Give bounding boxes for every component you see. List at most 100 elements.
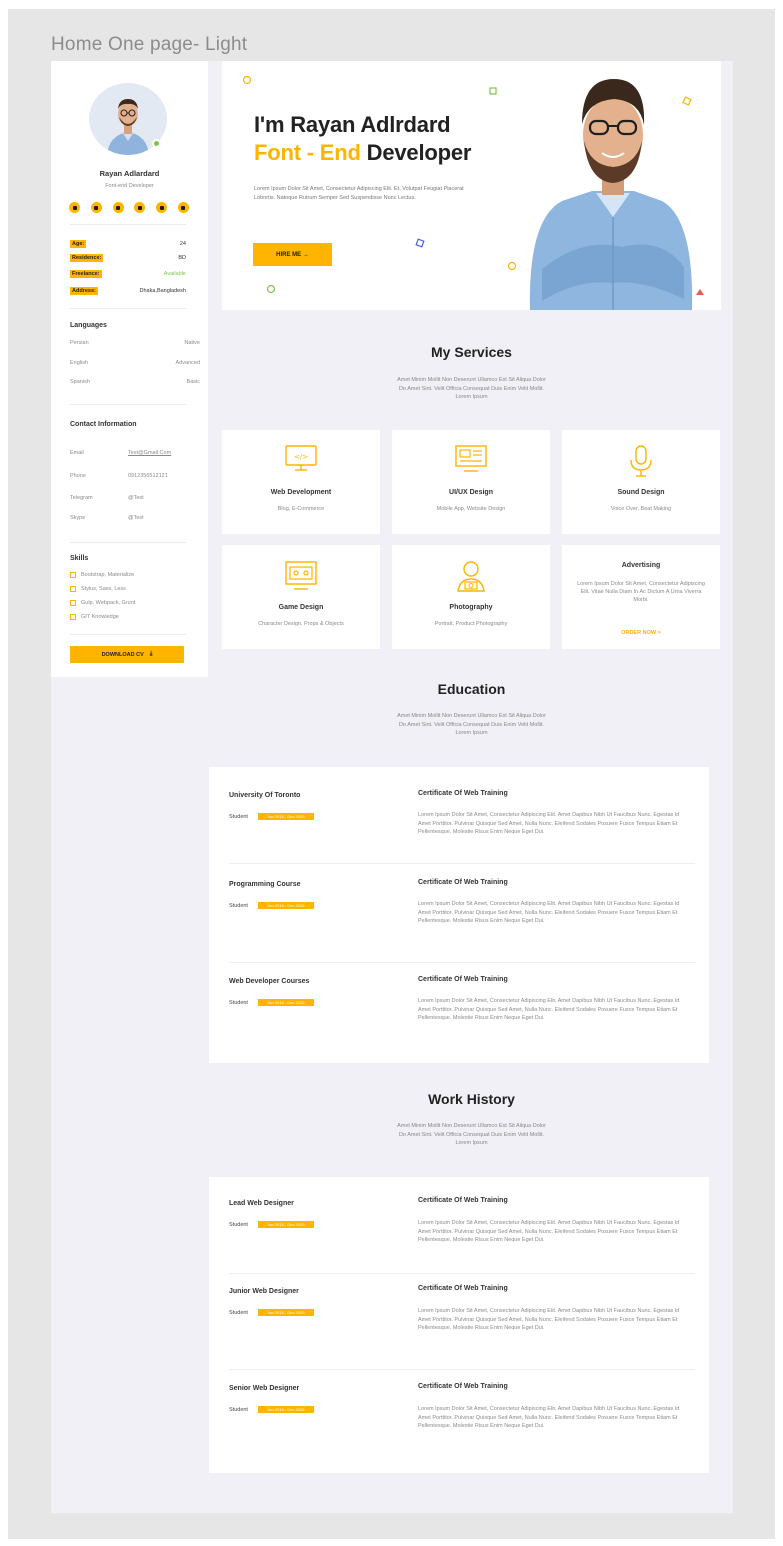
contact-label: Phone bbox=[70, 473, 86, 479]
entry-org: Senior Web Designer bbox=[229, 1385, 300, 1392]
entry-role-label: Student bbox=[229, 1309, 248, 1316]
frame-title: Home One page- Light bbox=[51, 34, 248, 55]
email-link[interactable]: Test@Gmail.Com bbox=[128, 450, 171, 456]
entry-role-label: Student bbox=[229, 813, 248, 820]
divider bbox=[70, 542, 186, 543]
skill-label: GIT Knowledge bbox=[81, 614, 119, 620]
subtitle-line: Amet Minim Mollit Non Deserunt Ullamco E… bbox=[397, 713, 546, 719]
skill-item: GIT Knowledge bbox=[70, 614, 119, 620]
youtube-icon[interactable] bbox=[156, 202, 168, 213]
subtitle-line: Lorem Ipsum bbox=[455, 730, 488, 736]
work-history-panel: Lead Web Designer Student Jan 2016 - Dec … bbox=[209, 1177, 709, 1473]
social-links bbox=[69, 202, 189, 213]
contact-row-skype: Skype @Test bbox=[70, 515, 194, 521]
entry-desc: Lorem Ipsum Dolor Sit Amet, Consectetur … bbox=[418, 1308, 680, 1331]
subtitle-line: Amet Minim Mollit Non Deserunt Ullamco E… bbox=[397, 1123, 546, 1129]
info-label: Age: bbox=[70, 240, 87, 248]
profile-name: Rayan Adlardard bbox=[99, 169, 160, 178]
instagram-icon[interactable] bbox=[90, 202, 102, 213]
service-card[interactable]: Sound Design Voice Over, Beat Making bbox=[562, 430, 720, 534]
entry-org: Junior Web Designer bbox=[229, 1288, 299, 1295]
service-card[interactable]: Photography Portrait, Product Photograph… bbox=[392, 545, 550, 649]
service-title: Photography bbox=[449, 604, 493, 611]
check-icon bbox=[70, 572, 76, 578]
order-now-link[interactable]: ORDER NOW > bbox=[562, 630, 720, 636]
entry-cert: Certificate Of Web Training bbox=[418, 879, 508, 886]
entry-cert: Certificate Of Web Training bbox=[418, 1285, 508, 1292]
language-name: Spanish bbox=[70, 379, 90, 385]
download-cv-button[interactable]: DOWNLOAD CV ⤓ bbox=[70, 646, 184, 663]
language-name: Persian bbox=[70, 340, 89, 346]
info-label: Address: bbox=[70, 287, 98, 295]
monitor-code-icon: </> bbox=[285, 445, 317, 471]
contact-row-telegram: Telegram @Test bbox=[70, 495, 194, 501]
service-desc: Portrait, Product Photography bbox=[434, 621, 508, 627]
online-status-dot bbox=[152, 139, 161, 148]
info-row-residence: Residence: BD bbox=[70, 254, 186, 264]
entry-role: Student Jan 2016 - Dec 2020 bbox=[229, 1221, 314, 1228]
skill-item: Stylus, Sass, Less bbox=[70, 586, 126, 592]
hero-rest-text: Developer bbox=[360, 140, 472, 165]
hero-subheadline: Font - End Developer bbox=[254, 140, 471, 166]
info-value: Dhaka,Bangladesh bbox=[139, 288, 186, 294]
divider bbox=[70, 634, 186, 635]
contact-label: Email bbox=[70, 450, 84, 456]
service-card[interactable]: Game Design Character Design, Props & Ob… bbox=[222, 545, 380, 649]
profile-sidebar: Rayan Adlardard Font-end Developer Age: … bbox=[51, 61, 208, 677]
info-value: Available bbox=[163, 271, 186, 277]
contact-row-phone: Phone 0912356512121 bbox=[70, 473, 194, 479]
language-row: Spanish Basic bbox=[70, 379, 200, 385]
service-card[interactable]: Advertising Lorem Ipsum Dolor Sit Amet, … bbox=[562, 545, 720, 649]
entry-role-label: Student bbox=[229, 999, 248, 1006]
divider bbox=[229, 863, 695, 864]
service-desc: Mobile App, Website Design bbox=[436, 506, 506, 512]
divider bbox=[70, 308, 186, 309]
contact-value: @Test bbox=[128, 515, 144, 521]
hero-portrait bbox=[529, 79, 693, 310]
entry-role-label: Student bbox=[229, 1406, 248, 1413]
service-title: UI/UX Design bbox=[449, 489, 493, 496]
entry-role: Student Jan 2016 - Dec 2020 bbox=[229, 1309, 314, 1316]
info-value: BD bbox=[178, 255, 186, 261]
check-icon bbox=[70, 600, 76, 606]
date-badge: Jan 2016 - Dec 2020 bbox=[257, 813, 314, 820]
date-badge: Jan 2016 - Dec 2020 bbox=[257, 1406, 314, 1413]
date-badge: Jan 2016 - Dec 2020 bbox=[257, 902, 314, 909]
game-design-icon bbox=[285, 561, 317, 590]
language-row: English Advanced bbox=[70, 360, 200, 366]
circle-deco-icon bbox=[266, 284, 276, 294]
microphone-icon bbox=[630, 445, 652, 477]
info-row-address: Address: Dhaka,Bangladesh bbox=[70, 287, 186, 297]
twitter-icon[interactable] bbox=[112, 202, 124, 213]
entry-role: Student Jan 2016 - Dec 2020 bbox=[229, 1406, 314, 1413]
entry-role: Student Jan 2016 - Dec 2020 bbox=[229, 813, 314, 820]
subtitle-line: Lorem Ipsum bbox=[455, 1140, 488, 1146]
divider bbox=[229, 962, 695, 963]
contact-row-email: Email Test@Gmail.Com bbox=[70, 450, 194, 456]
date-badge: Jan 2016 - Dec 2020 bbox=[257, 1221, 314, 1228]
skill-label: Stylus, Sass, Less bbox=[81, 586, 126, 592]
divider bbox=[229, 1369, 695, 1370]
service-card[interactable]: UI/UX Design Mobile App, Website Design bbox=[392, 430, 550, 534]
entry-desc: Lorem Ipsum Dolor Sit Amet, Consectetur … bbox=[418, 1220, 680, 1243]
info-value: 24 bbox=[179, 241, 186, 247]
subtitle-line: Do Amet Sint. Velit Officia Consequat Du… bbox=[398, 1131, 545, 1138]
entry-role: Student Jan 2016 - Dec 2020 bbox=[229, 999, 314, 1006]
skills-heading: Skills bbox=[70, 555, 89, 562]
skill-item: Gulp, Webpack, Grunt bbox=[70, 600, 135, 606]
service-title: Sound Design bbox=[617, 489, 665, 496]
linkedin-icon[interactable] bbox=[134, 202, 146, 213]
hire-me-button[interactable]: HIRE ME → bbox=[253, 243, 332, 266]
dribbble-icon[interactable] bbox=[177, 202, 189, 213]
entry-desc: Lorem Ipsum Dolor Sit Amet, Consectetur … bbox=[418, 998, 680, 1021]
services-heading: My Services bbox=[431, 344, 512, 360]
entry-desc: Lorem Ipsum Dolor Sit Amet, Consectetur … bbox=[418, 901, 680, 924]
entry-org: Programming Course bbox=[229, 881, 301, 888]
svg-text:</>: </> bbox=[294, 453, 308, 461]
date-badge: Jan 2016 - Dec 2020 bbox=[257, 1309, 314, 1316]
skill-label: Gulp, Webpack, Grunt bbox=[81, 600, 136, 606]
entry-role-label: Student bbox=[229, 902, 248, 909]
education-subtitle: Amet Minim Mollit Non Deserunt Ullamco E… bbox=[222, 712, 721, 738]
facebook-icon[interactable] bbox=[69, 202, 80, 213]
service-card[interactable]: </> Web Development Blog, E-Commerce bbox=[222, 430, 380, 534]
